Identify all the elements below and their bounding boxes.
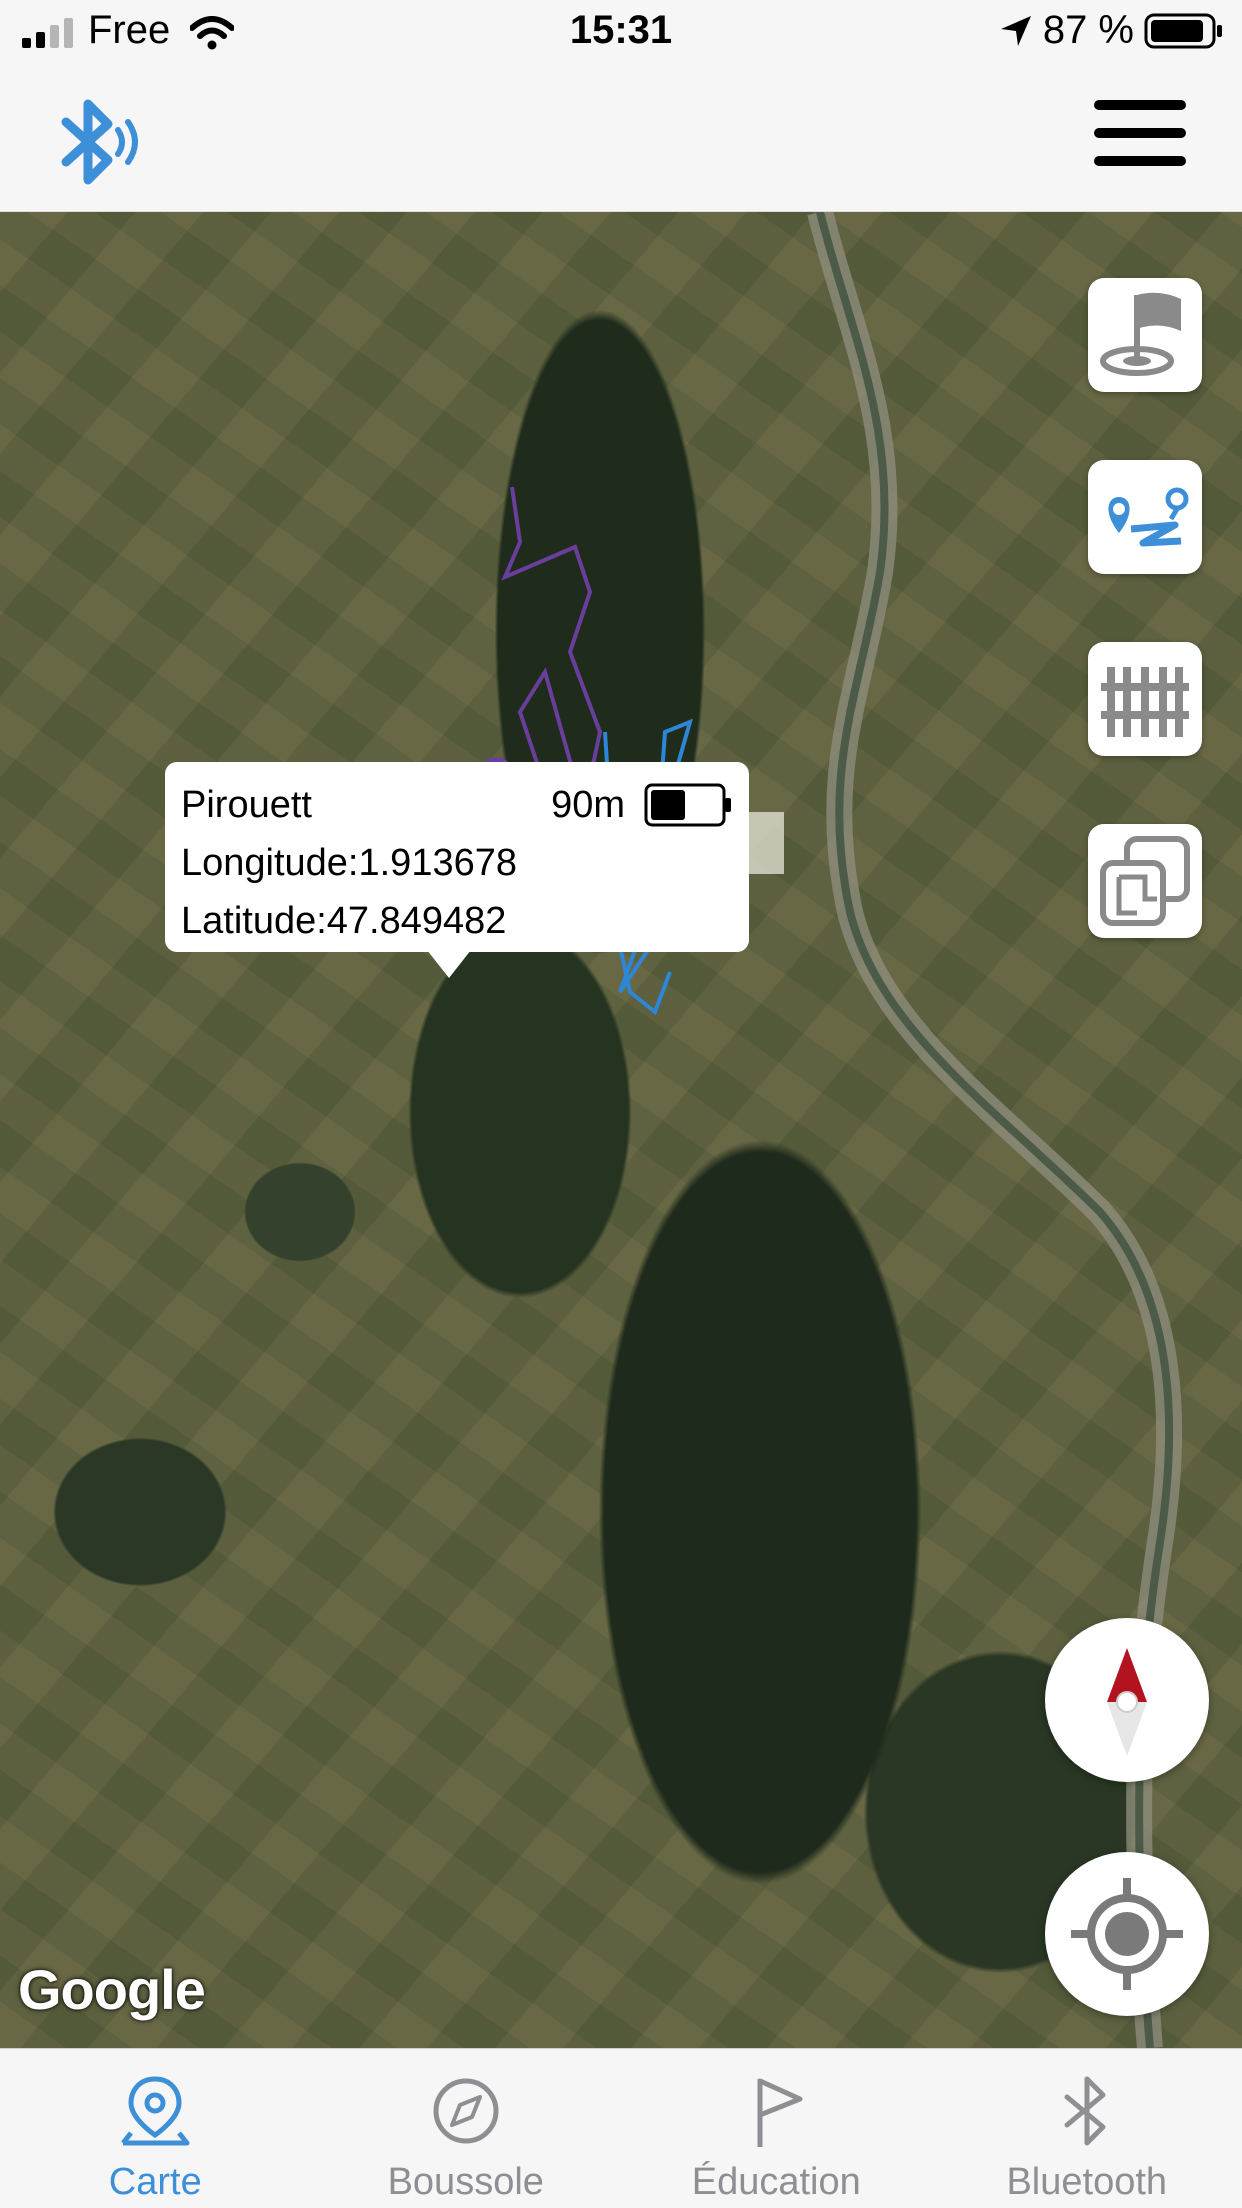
menu-bar [1094,100,1186,110]
google-logo: Google [18,1958,206,2021]
tab-carte[interactable]: Carte [0,2049,311,2208]
map-layers-button[interactable] [1088,824,1202,938]
recenter-icon [1071,1878,1183,1990]
fence-icon [1101,667,1189,737]
signal-icon [22,18,73,48]
fence-button[interactable] [1088,642,1202,756]
tab-bar: Carte Boussole Éducation Bluetooth [0,2048,1242,2208]
dog-latitude: Latitude:47.849482 [181,900,507,942]
menu-bar [1094,128,1186,138]
route-button[interactable] [1088,460,1202,574]
map-view[interactable]: Pirouett 90m Longitude:1.913678 Latitude… [0,212,1242,2048]
tab-label: Bluetooth [1006,2161,1168,2203]
location-arrow-icon [1000,15,1031,46]
dog-longitude: Longitude:1.913678 [181,842,517,884]
battery-percent: 87 % [1042,8,1134,52]
map-pin-icon [121,2076,190,2146]
bluetooth-signal-icon[interactable] [56,94,146,190]
recenter-button[interactable] [1045,1852,1209,2016]
carrier-name: Free [88,8,171,52]
dog-name: Pirouett [181,784,312,826]
collar-battery-icon [644,783,731,827]
status-bar: Free 15:31 87 % [0,0,1242,66]
menu-bar [1094,156,1186,166]
tab-bluetooth[interactable]: Bluetooth [932,2049,1242,2208]
wifi-icon [190,16,234,50]
status-right: 87 % [999,8,1224,53]
app-header [0,66,1242,212]
tab-label: Boussole [387,2161,544,2203]
dog-info-popup[interactable]: Pirouett 90m Longitude:1.913678 Latitude… [165,762,749,978]
flag-icon [757,2078,803,2147]
compass-icon [1107,1648,1147,1756]
flag-target-button[interactable] [1088,278,1202,392]
popup-header-row: Pirouett 90m [181,776,733,834]
tab-education[interactable]: Éducation [621,2049,932,2208]
map-layers-icon [1100,836,1190,926]
route-icon [1108,487,1189,547]
bluetooth-icon [1064,2076,1106,2146]
map-overlay [395,212,1183,2048]
menu-button[interactable] [1094,100,1186,178]
tab-boussole[interactable]: Boussole [311,2049,622,2208]
compass-icon [433,2078,499,2144]
flag-target-icon [1100,292,1181,376]
tab-label: Carte [108,2161,202,2203]
dog-distance: 90m [551,784,625,826]
tab-label: Éducation [691,2161,861,2203]
battery-icon [1144,13,1222,48]
compass-button[interactable] [1045,1618,1209,1782]
